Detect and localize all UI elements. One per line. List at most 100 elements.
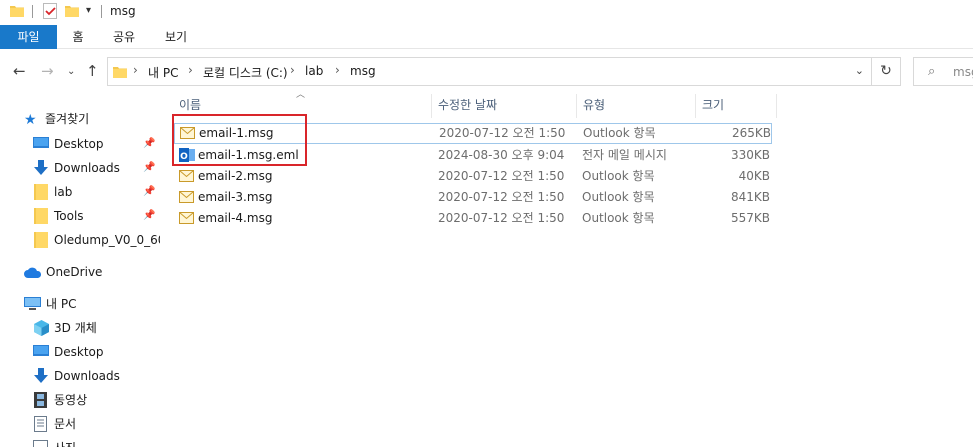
file-date: 2020-07-12 오전 1:50 xyxy=(438,211,565,225)
nav-label: Downloads xyxy=(54,161,120,175)
breadcrumb-msg[interactable]: msg xyxy=(350,64,376,78)
address-history-dropdown[interactable]: ⌄ xyxy=(855,64,864,77)
ribbon-tabs: 파일 홈 공유 보기 xyxy=(0,25,973,49)
breadcrumb-this-pc[interactable]: 내 PC xyxy=(148,64,178,81)
file-name: email-3.msg xyxy=(198,190,273,204)
cube-icon xyxy=(34,320,49,336)
search-placeholder: msg xyxy=(953,65,973,79)
pin-icon[interactable]: 📌 xyxy=(143,186,155,197)
file-row[interactable]: O email-1.msg.eml 2024-08-30 오후 9:04 전자 … xyxy=(174,145,772,166)
search-box[interactable]: ⌕ msg xyxy=(913,57,973,86)
title-bar: ▾ msg xyxy=(0,0,973,24)
film-icon xyxy=(34,392,47,408)
outlook-icon: O xyxy=(179,148,195,162)
nav-label: 동영상 xyxy=(54,393,88,407)
nav-label: 내 PC xyxy=(46,297,77,311)
file-size: 265KB xyxy=(731,126,771,140)
separator xyxy=(32,5,33,18)
file-date: 2020-07-12 오전 1:50 xyxy=(438,169,565,183)
pin-icon[interactable]: 📌 xyxy=(143,210,155,221)
breadcrumb-separator[interactable]: › xyxy=(133,63,138,77)
file-row[interactable]: email-1.msg 2020-07-12 오전 1:50 Outlook 항… xyxy=(174,123,772,144)
nav-item-downloads[interactable]: Downloads xyxy=(33,157,160,179)
address-bar[interactable]: › 내 PC › 로컬 디스크 (C:) › lab › msg ⌄ xyxy=(107,57,872,86)
picture-icon xyxy=(33,440,48,447)
nav-label: 3D 개체 xyxy=(54,321,97,335)
nav-label: Desktop xyxy=(54,345,104,359)
file-row[interactable]: email-3.msg 2020-07-12 오전 1:50 Outlook 항… xyxy=(174,187,772,208)
file-row[interactable]: email-2.msg 2020-07-12 오전 1:50 Outlook 항… xyxy=(174,166,772,187)
file-type: 전자 메일 메시지 xyxy=(582,148,667,162)
folder-icon xyxy=(113,67,127,78)
tab-share[interactable]: 공유 xyxy=(108,25,140,49)
tab-view[interactable]: 보기 xyxy=(160,25,192,49)
back-button[interactable]: ← xyxy=(13,62,26,80)
download-arrow-icon xyxy=(34,160,48,175)
nav-label: lab xyxy=(54,185,73,199)
column-header-type[interactable]: 유형 xyxy=(578,94,696,118)
nav-item-oledump[interactable]: Oledump_V0_0_60 xyxy=(33,229,160,251)
file-date: 2020-07-12 오전 1:50 xyxy=(439,126,566,140)
envelope-icon xyxy=(179,170,194,182)
breadcrumb-separator[interactable]: › xyxy=(188,63,193,77)
tab-file[interactable]: 파일 xyxy=(0,25,57,49)
nav-item-desktop[interactable]: Desktop xyxy=(33,133,160,155)
nav-label: OneDrive xyxy=(46,265,103,279)
column-header-date[interactable]: 수정한 날짜 xyxy=(433,94,577,118)
pin-icon[interactable]: 📌 xyxy=(143,138,155,149)
file-name: email-4.msg xyxy=(198,211,273,225)
nav-label: Tools xyxy=(54,209,84,223)
file-size: 330KB xyxy=(730,148,770,162)
tab-home[interactable]: 홈 xyxy=(64,25,92,49)
column-header-name[interactable]: 이름 xyxy=(174,94,432,118)
star-icon: ★ xyxy=(24,112,37,128)
properties-icon[interactable] xyxy=(43,3,57,19)
nav-item-lab[interactable]: lab xyxy=(33,181,160,203)
file-row[interactable]: email-4.msg 2020-07-12 오전 1:50 Outlook 항… xyxy=(174,208,772,229)
column-header-size[interactable]: 크기 xyxy=(697,94,777,118)
folder-icon xyxy=(34,208,48,224)
file-date: 2024-08-30 오후 9:04 xyxy=(438,148,565,162)
desktop-icon xyxy=(33,345,49,356)
svg-text:O: O xyxy=(180,152,188,162)
file-size: 40KB xyxy=(738,169,770,183)
pin-icon[interactable]: 📌 xyxy=(143,162,155,173)
breadcrumb-separator[interactable]: › xyxy=(335,63,340,77)
file-size: 841KB xyxy=(730,190,770,204)
folder-icon xyxy=(34,232,48,248)
search-icon: ⌕ xyxy=(928,64,936,79)
nav-label: Oledump_V0_0_60 xyxy=(54,233,160,247)
folder-icon xyxy=(34,184,48,200)
file-name: email-2.msg xyxy=(198,169,273,183)
breadcrumb-separator[interactable]: › xyxy=(290,63,295,77)
up-button[interactable]: ↑ xyxy=(86,62,99,80)
refresh-button[interactable]: ↻ xyxy=(872,57,901,86)
envelope-icon xyxy=(179,191,194,203)
breadcrumb-local-disk[interactable]: 로컬 디스크 (C:) xyxy=(203,64,288,81)
file-date: 2020-07-12 오전 1:50 xyxy=(438,190,565,204)
customize-toolbar-dropdown[interactable]: ▾ xyxy=(86,5,91,16)
envelope-icon xyxy=(180,127,195,139)
new-folder-icon[interactable] xyxy=(65,4,79,18)
download-arrow-icon xyxy=(34,368,48,383)
nav-label: 사진 xyxy=(54,437,76,447)
nav-label: Desktop xyxy=(54,137,104,151)
nav-label: 즐겨찾기 xyxy=(45,112,90,126)
separator xyxy=(101,5,102,18)
navigation-pane: ★ 즐겨찾기 Desktop 📌 Downloads 📌 lab 📌 Tools… xyxy=(0,100,160,447)
nav-label: 문서 xyxy=(54,417,77,431)
recent-locations-dropdown[interactable]: ⌄ xyxy=(67,66,75,77)
document-icon xyxy=(34,416,47,432)
computer-icon xyxy=(24,297,41,310)
file-type: Outlook 항목 xyxy=(583,126,656,140)
file-type: Outlook 항목 xyxy=(582,211,655,225)
forward-button[interactable]: → xyxy=(41,62,54,80)
file-name: email-1.msg.eml xyxy=(198,148,299,162)
file-type: Outlook 항목 xyxy=(582,169,655,183)
cloud-icon xyxy=(24,267,42,278)
file-type: Outlook 항목 xyxy=(582,190,655,204)
desktop-icon xyxy=(33,137,49,148)
nav-label: Downloads xyxy=(54,369,120,383)
nav-item-tools[interactable]: Tools xyxy=(33,205,160,227)
breadcrumb-lab[interactable]: lab xyxy=(305,64,323,78)
